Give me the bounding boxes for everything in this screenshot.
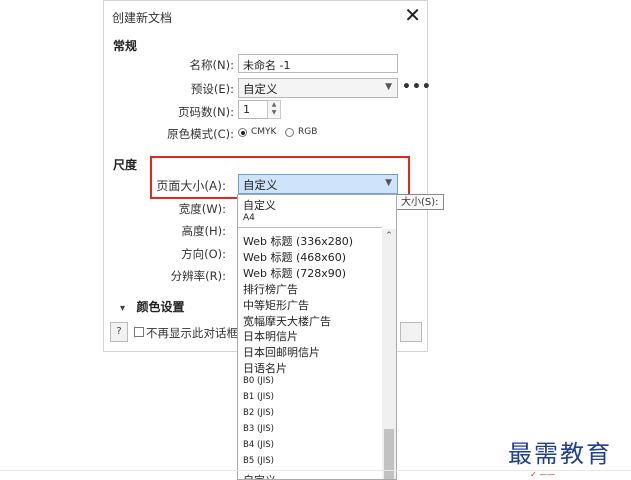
page-size-dropdown[interactable]: 自定义 A4 Web 标题 (336x280) Web 标题 (468x60) We…	[237, 194, 397, 480]
dropdown-item[interactable]: 自定义	[243, 472, 276, 480]
dropdown-item[interactable]: 排行榜广告	[243, 281, 298, 297]
height-label: 高度(H):	[181, 224, 227, 238]
width-label: 宽度(W):	[178, 202, 226, 216]
name-input[interactable]: 未命名 -1	[238, 54, 398, 73]
dropdown-item[interactable]: B0 (JIS)	[243, 376, 274, 386]
dropdown-item[interactable]: B3 (JIS)	[243, 424, 274, 434]
watermark: 最需教育	[508, 440, 612, 468]
preset-label: 预设(E):	[190, 82, 234, 96]
scroll-up-icon[interactable]: ⌃	[382, 231, 396, 241]
pages-stepper[interactable]: ▲ ▼	[267, 100, 281, 119]
color-settings-toggle[interactable]: ▾ 颜色设置	[120, 298, 185, 315]
preset-select[interactable]: 自定义 ▼	[238, 78, 398, 98]
more-options-button[interactable]: •••	[402, 79, 432, 95]
rgb-radio-label: RGB	[298, 127, 318, 137]
dropdown-item[interactable]: B1 (JIS)	[243, 392, 274, 402]
collapse-icon: ▾	[120, 303, 126, 314]
name-label: 名称(N):	[189, 58, 234, 72]
orientation-label: 方向(O):	[181, 247, 226, 261]
dropdown-item[interactable]: 日本回邮明信片	[243, 344, 320, 360]
stepper-down-icon[interactable]: ▼	[268, 109, 280, 117]
dropdown-item[interactable]: 宽幅摩天大楼广告	[243, 313, 331, 329]
dont-show-label: 不再显示此对话框	[146, 326, 238, 340]
size-section-heading: 尺度	[113, 158, 138, 172]
dropdown-item[interactable]: 中等矩形广告	[243, 297, 309, 313]
close-button[interactable]: ✕	[404, 3, 421, 27]
cmyk-radio[interactable]	[238, 128, 247, 137]
color-settings-label: 颜色设置	[136, 300, 185, 314]
dropdown-item[interactable]: B2 (JIS)	[243, 408, 274, 418]
cmyk-radio-label: CMYK	[251, 127, 277, 137]
dropdown-item[interactable]: 自定义	[243, 197, 276, 213]
dropdown-item[interactable]: B5 (JIS)	[243, 456, 274, 466]
footer-button[interactable]	[400, 322, 422, 342]
pages-input[interactable]: 1	[238, 100, 268, 119]
resolution-label: 分辨率(R):	[170, 269, 226, 283]
dialog-title: 创建新文档	[112, 11, 173, 25]
dropdown-item[interactable]: B4 (JIS)	[243, 440, 274, 450]
help-button[interactable]: ?	[110, 322, 128, 342]
dropdown-separator	[238, 227, 382, 228]
chevron-down-icon: ▼	[385, 82, 392, 92]
corner-mark-icon: ✓ ——	[530, 470, 556, 479]
scroll-thumb[interactable]	[384, 429, 394, 479]
dont-show-checkbox[interactable]	[134, 327, 144, 337]
color-mode-label: 原色模式(C):	[167, 127, 234, 141]
dropdown-item[interactable]: Web 标题 (336x280)	[243, 233, 353, 249]
rgb-radio[interactable]	[285, 128, 294, 137]
dropdown-item[interactable]: Web 标题 (468x60)	[243, 249, 346, 265]
pages-label: 页码数(N):	[178, 105, 234, 119]
dropdown-scrollbar[interactable]: ⌃	[382, 229, 396, 479]
dropdown-item[interactable]: 日本明信片	[243, 328, 298, 344]
stepper-up-icon[interactable]: ▲	[268, 101, 280, 109]
dropdown-item[interactable]: A4	[243, 213, 255, 223]
dropdown-item[interactable]: 日语名片	[243, 360, 287, 376]
dialog-titlebar: 创建新文档 ✕	[104, 1, 427, 31]
general-section-heading: 常规	[113, 39, 138, 53]
preset-value: 自定义	[243, 82, 278, 96]
highlight-box	[150, 156, 410, 199]
size-tooltip: 大小(S):	[396, 194, 444, 210]
dropdown-item[interactable]: Web 标题 (728x90)	[243, 265, 346, 281]
